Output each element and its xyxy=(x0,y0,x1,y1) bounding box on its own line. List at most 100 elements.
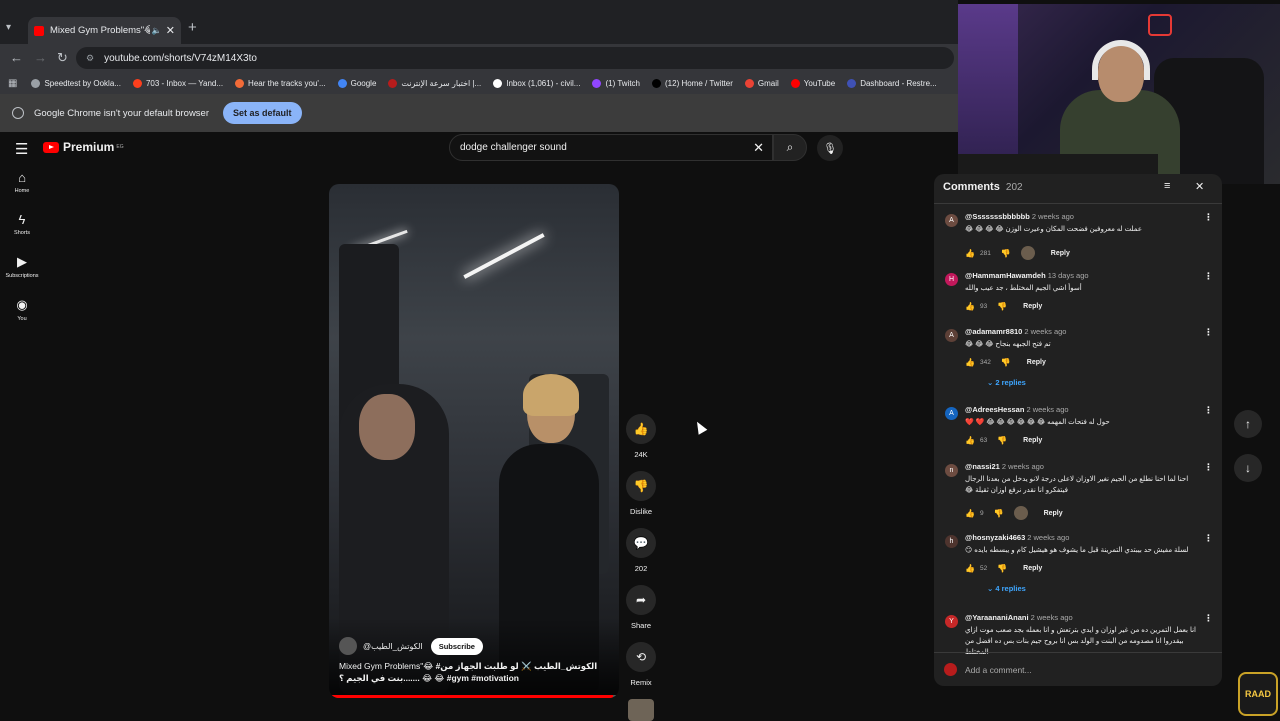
comment-like-icon[interactable]: 👍 xyxy=(965,249,975,258)
bookmark-item[interactable]: YouTube xyxy=(790,78,835,88)
comment-avatar[interactable]: n xyxy=(945,464,958,477)
browser-tab-active[interactable]: Mixed Gym Problems"😂 # 🔈 ✕ xyxy=(28,17,181,44)
hamburger-menu-icon[interactable]: ☰ xyxy=(15,140,28,158)
clear-search-icon[interactable]: ✕ xyxy=(753,140,764,156)
site-info-icon[interactable]: ⚙ xyxy=(86,53,94,64)
comment-dislike-icon[interactable]: 👎 xyxy=(1001,249,1011,258)
short-title[interactable]: Mixed Gym Problems"😂 #الكوتش_الطيب ⚔️ لو… xyxy=(339,660,609,684)
comment-like-icon[interactable]: 👍 xyxy=(965,302,975,311)
video-progress-bar[interactable] xyxy=(329,695,619,698)
comment-reply-button[interactable]: Reply xyxy=(1051,250,1070,257)
comment-dislike-icon[interactable]: 👎 xyxy=(997,302,1007,311)
subscribe-button[interactable]: Subscribe xyxy=(430,637,483,655)
dislike-button[interactable]: 👎 xyxy=(626,471,656,501)
comment-avatar[interactable]: A xyxy=(945,214,958,227)
sidenav-item-shorts[interactable]: ϟ Shorts xyxy=(0,212,44,236)
tab-close-icon[interactable]: ✕ xyxy=(166,24,175,37)
comment-reply-button[interactable]: Reply xyxy=(1023,565,1042,572)
comment-dislike-icon[interactable]: 👎 xyxy=(994,509,1004,518)
like-action[interactable]: 👍 24K xyxy=(624,414,658,459)
comment-more-icon[interactable]: ⋮ xyxy=(1204,533,1213,544)
reload-icon[interactable]: ↻ xyxy=(57,50,68,66)
bookmark-item[interactable]: Inbox (1,061) - civil... xyxy=(493,78,580,88)
comment-avatar[interactable]: H xyxy=(945,273,958,286)
tab-search-dropdown-icon[interactable]: ▾ xyxy=(6,22,11,33)
comment-time[interactable]: 2 weeks ago xyxy=(1024,327,1066,336)
comment-reply-button[interactable]: Reply xyxy=(1027,359,1046,366)
comments-button[interactable]: 💬 xyxy=(626,528,656,558)
comment-author[interactable]: @Sssssssbbbbbb xyxy=(965,212,1030,221)
comment-time[interactable]: 2 weeks ago xyxy=(1032,212,1074,221)
comment-more-icon[interactable]: ⋮ xyxy=(1204,462,1213,473)
sound-thumbnail[interactable] xyxy=(628,699,654,721)
bookmark-item[interactable]: Speedtest by Ookla... xyxy=(31,78,121,88)
next-short-button[interactable]: ↓ xyxy=(1234,454,1262,482)
comment-author[interactable]: @adamamr8810 xyxy=(965,327,1022,336)
comment-like-icon[interactable]: 👍 xyxy=(965,564,975,573)
back-arrow-icon[interactable]: ← xyxy=(10,50,23,65)
dislike-action[interactable]: 👎 Dislike xyxy=(624,471,658,516)
comment-time[interactable]: 2 weeks ago xyxy=(1026,405,1068,414)
search-input[interactable]: dodge challenger sound ✕ xyxy=(449,134,773,161)
comment-more-icon[interactable]: ⋮ xyxy=(1204,271,1213,282)
sidenav-item-subscriptions[interactable]: ▶ Subscriptions xyxy=(0,254,44,279)
previous-short-button[interactable]: ↑ xyxy=(1234,410,1262,438)
comment-author[interactable]: @hosnyzaki4663 xyxy=(965,533,1025,542)
share-action[interactable]: ➦ Share xyxy=(624,585,658,630)
comment-time[interactable]: 13 days ago xyxy=(1048,271,1089,280)
bookmark-item[interactable]: اختبار سرعة الإنترنت |... xyxy=(388,78,481,88)
search-button[interactable]: ⌕ xyxy=(773,134,807,161)
youtube-premium-logo[interactable]: Premium EG xyxy=(43,140,124,154)
comment-time[interactable]: 2 weeks ago xyxy=(1002,462,1044,471)
bookmark-item[interactable]: Gmail xyxy=(744,78,779,88)
apps-grid-icon[interactable]: ▦ xyxy=(8,78,17,89)
comment-like-icon[interactable]: 👍 xyxy=(965,436,975,445)
set-as-default-button[interactable]: Set as default xyxy=(223,102,302,124)
comment-time[interactable]: 2 weeks ago xyxy=(1027,533,1069,542)
comment-reply-button[interactable]: Reply xyxy=(1023,303,1042,310)
comment-more-icon[interactable]: ⋮ xyxy=(1204,212,1213,223)
sort-comments-icon[interactable]: ≡ xyxy=(1164,180,1170,192)
remix-action[interactable]: ⟲ Remix xyxy=(624,642,658,687)
comment-like-icon[interactable]: 👍 xyxy=(965,358,975,367)
comment-dislike-icon[interactable]: 👎 xyxy=(997,436,1007,445)
comment-avatar[interactable]: h xyxy=(945,535,958,548)
comment-avatar[interactable]: Y xyxy=(945,615,958,628)
view-replies-button[interactable]: ⌄ 4 replies xyxy=(987,584,1026,593)
comment-more-icon[interactable]: ⋮ xyxy=(1204,405,1213,416)
bookmark-item[interactable]: Hear the tracks you'... xyxy=(235,78,326,88)
channel-avatar[interactable] xyxy=(339,637,357,655)
bookmark-item[interactable]: Google xyxy=(337,78,376,88)
comment-reply-button[interactable]: Reply xyxy=(1044,510,1063,517)
comment-avatar[interactable]: A xyxy=(945,407,958,420)
bookmark-item[interactable]: (12) Home / Twitter xyxy=(652,78,733,88)
comment-like-icon[interactable]: 👍 xyxy=(965,509,975,518)
add-comment-box[interactable]: Add a comment... xyxy=(934,652,1222,686)
comment-more-icon[interactable]: ⋮ xyxy=(1204,327,1213,338)
remix-button[interactable]: ⟲ xyxy=(626,642,656,672)
comment-author[interactable]: @nassi21 xyxy=(965,462,1000,471)
address-bar[interactable]: ⚙ youtube.com/shorts/V74zM14X3to xyxy=(76,47,954,69)
shorts-video-player[interactable]: @الكوتش_الطيب Subscribe Mixed Gym Proble… xyxy=(329,184,619,698)
close-comments-icon[interactable]: ✕ xyxy=(1195,180,1204,193)
bookmark-item[interactable]: 703 - Inbox — Yand... xyxy=(132,78,223,88)
new-tab-plus-icon[interactable]: + xyxy=(188,19,197,36)
comment-author[interactable]: @YaraananiAnani xyxy=(965,613,1029,622)
comment-dislike-icon[interactable]: 👎 xyxy=(1001,358,1011,367)
comment-dislike-icon[interactable]: 👎 xyxy=(997,564,1007,573)
voice-search-button[interactable]: 🎙 xyxy=(817,135,843,161)
comment-avatar[interactable]: A xyxy=(945,329,958,342)
sidenav-item-you[interactable]: ◉ You xyxy=(0,297,44,322)
bookmark-item[interactable]: Dashboard - Restre... xyxy=(847,78,937,88)
comment-reply-button[interactable]: Reply xyxy=(1023,437,1042,444)
bookmark-item[interactable]: (1) Twitch xyxy=(592,78,640,88)
comments-action[interactable]: 💬 202 xyxy=(624,528,658,573)
view-replies-button[interactable]: ⌄ 2 replies xyxy=(987,378,1026,387)
channel-name[interactable]: @الكوتش_الطيب xyxy=(363,642,423,651)
comment-author[interactable]: @HammamHawamdeh xyxy=(965,271,1046,280)
comment-time[interactable]: 2 weeks ago xyxy=(1031,613,1073,622)
comment-more-icon[interactable]: ⋮ xyxy=(1204,613,1213,624)
share-button[interactable]: ➦ xyxy=(626,585,656,615)
comment-author[interactable]: @AdreesHessan xyxy=(965,405,1024,414)
sidenav-item-home[interactable]: ⌂ Home xyxy=(0,170,44,194)
